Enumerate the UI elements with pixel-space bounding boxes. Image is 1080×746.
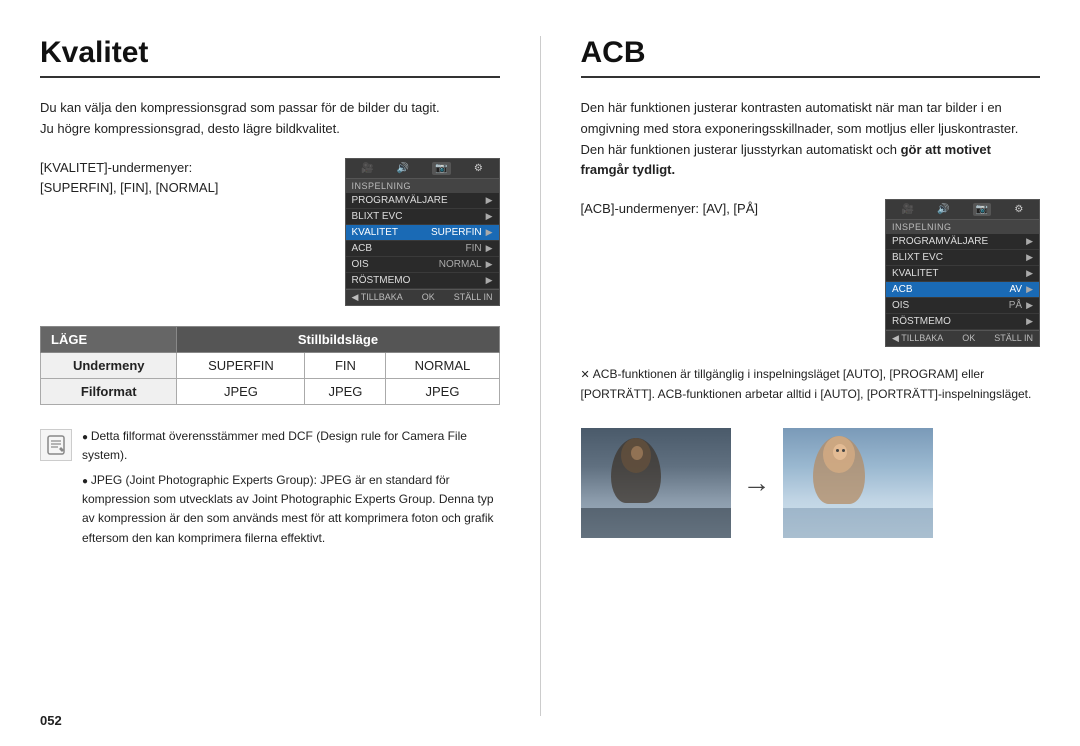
right-camera-menu-item-ois: OIS PÅ ▶: [886, 298, 1039, 314]
right-camera-menu-item-prog: PROGRAMVÄLJARE▶: [886, 234, 1039, 250]
pencil-icon: [45, 434, 67, 456]
camera-menu-item: PROGRAMVÄLJARE▶: [346, 193, 499, 209]
right-submenu-section: [ACB]-undermenyer: [AV], [PÅ] 🎥 🔊 📷 ⚙ IN…: [581, 199, 1041, 347]
table-cell-undermeny-label: Undermeny: [41, 352, 177, 378]
camera-menu-item-ois: OIS NORMAL ▶: [346, 257, 499, 273]
left-submenu-text: [KVALITET]-undermenyer: [SUPERFIN], [FIN…: [40, 158, 329, 200]
camera-menu-item-rost: RÖSTMEMO▶: [346, 273, 499, 289]
table-row-undermeny: Undermeny SUPERFIN FIN NORMAL: [41, 352, 500, 378]
right-intro: Den här funktionen justerar kontrasten a…: [581, 98, 1041, 181]
right-camera-menu-item-rost: RÖSTMEMO▶: [886, 314, 1039, 330]
note-item-1: Detta filformat överensstämmer med DCF (…: [82, 427, 500, 465]
right-submenu-text: [ACB]-undermenyer: [AV], [PÅ]: [581, 199, 870, 220]
camera-menu-item-acb: ACB FIN ▶: [346, 241, 499, 257]
quality-table: LÄGE Stillbildsläge Undermeny SUPERFIN F…: [40, 326, 500, 405]
photo-before: [581, 428, 731, 538]
camera-menu-topbar: 🎥 🔊 📷 ⚙: [346, 159, 499, 179]
camera-menu-item: BLIXT EVC▶: [346, 209, 499, 225]
left-camera-menu: 🎥 🔊 📷 ⚙ INSPELNING PROGRAMVÄLJARE▶ BLIXT…: [345, 158, 500, 306]
right-camera-menu-item-blixt: BLIXT EVC▶: [886, 250, 1039, 266]
table-cell-normal: NORMAL: [386, 352, 499, 378]
camera-menu-bottom: ◀ TILLBAKA OK STÄLL IN: [346, 289, 499, 305]
table-cell-fin: FIN: [305, 352, 386, 378]
table-cell-superfin: SUPERFIN: [177, 352, 305, 378]
notes-text: Detta filformat överensstämmer med DCF (…: [82, 427, 500, 554]
right-camera-menu-item-kval: KVALITET▶: [886, 266, 1039, 282]
right-camera-menu-topbar: 🎥 🔊 📷 ⚙: [886, 200, 1039, 220]
camera-menu-item-kvalitet: KVALITET SUPERFIN ▶: [346, 225, 499, 241]
right-title: ACB: [581, 36, 1041, 78]
table-header-stillbilds: Stillbildsläge: [177, 326, 499, 352]
left-title: Kvalitet: [40, 36, 500, 78]
table-row-filformat: Filformat JPEG JPEG JPEG: [41, 378, 500, 404]
table-header-lage: LÄGE: [41, 326, 177, 352]
notes-section: Detta filformat överensstämmer med DCF (…: [40, 427, 500, 554]
table-cell-jpeg2: JPEG: [305, 378, 386, 404]
left-submenu-section: [KVALITET]-undermenyer: [SUPERFIN], [FIN…: [40, 158, 500, 306]
arrow-between-photos: →: [743, 467, 771, 499]
table-cell-jpeg3: JPEG: [386, 378, 499, 404]
right-camera-menu-bottom: ◀ TILLBAKA OK STÄLL IN: [886, 330, 1039, 346]
acb-photos: →: [581, 428, 1041, 538]
note-icon: [40, 429, 72, 461]
left-section: Kvalitet Du kan välja den kompressionsgr…: [40, 36, 500, 716]
table-cell-jpeg1: JPEG: [177, 378, 305, 404]
right-camera-menu-title: INSPELNING: [886, 220, 1039, 234]
left-intro: Du kan välja den kompressionsgrad som pa…: [40, 98, 500, 140]
table-cell-filformat-label: Filformat: [41, 378, 177, 404]
right-section: ACB Den här funktionen justerar kontrast…: [540, 36, 1041, 716]
note-item-2: JPEG (Joint Photographic Experts Group):…: [82, 471, 500, 548]
camera-menu-title: INSPELNING: [346, 179, 499, 193]
right-camera-menu: 🎥 🔊 📷 ⚙ INSPELNING PROGRAMVÄLJARE▶ BLIXT…: [885, 199, 1040, 347]
acb-note: ACB-funktionen är tillgänglig i inspelni…: [581, 365, 1041, 404]
right-camera-menu-item-acb: ACB AV ▶: [886, 282, 1039, 298]
photo-after: [783, 428, 933, 538]
page-number: 052: [40, 713, 62, 728]
